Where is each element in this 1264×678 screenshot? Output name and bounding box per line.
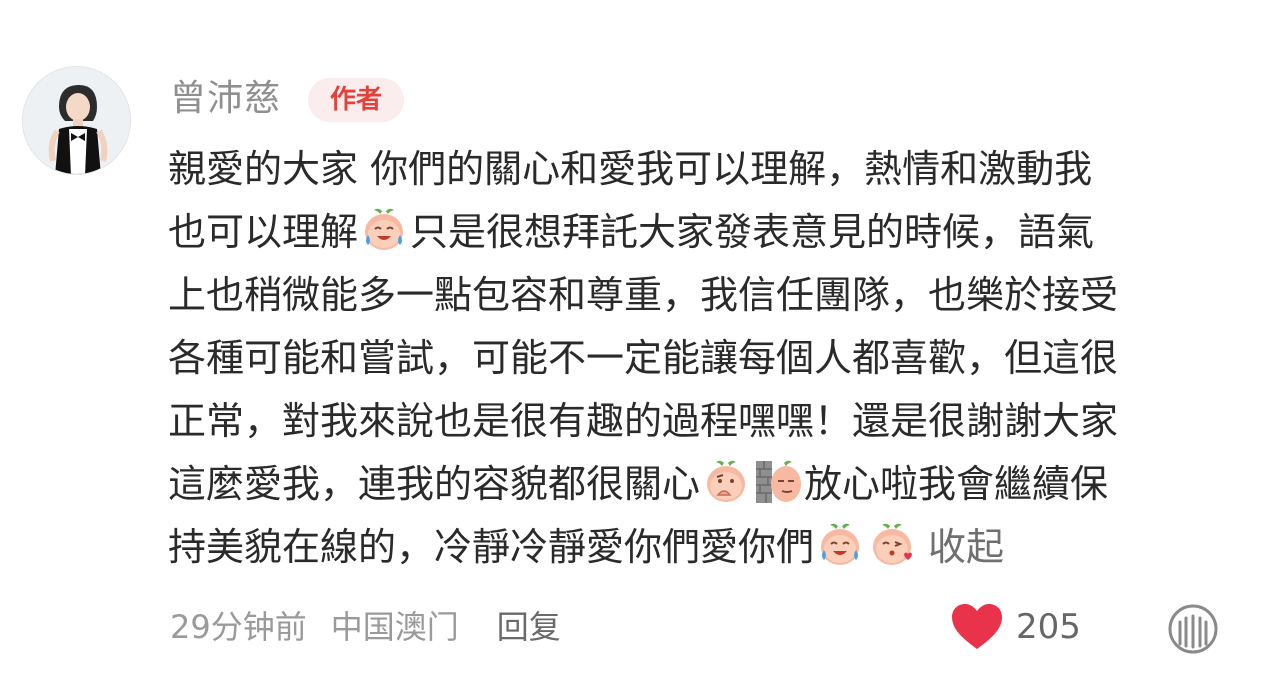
comment-segment: 只是很想拜託大家發表意見的時候，語氣: [410, 210, 1095, 254]
user-avatar[interactable]: [22, 66, 131, 175]
comment-line: 這麼愛我，連我的容貌都很關心 放心啦我會繼續保: [168, 453, 1238, 516]
comment-segment: 這麼愛我，連我的容貌都很關心: [168, 462, 701, 506]
comment-segment: 放心啦我會繼續保: [804, 462, 1109, 506]
like-count: 205: [1016, 607, 1081, 647]
comment-line: 親愛的大家 你們的關心和愛我可以理解，熱情和激動我: [168, 147, 1093, 191]
weibo-more-icon[interactable]: [1166, 602, 1220, 656]
comment-segment: 也可以理解: [168, 210, 359, 254]
peeking-emoji-icon: [756, 460, 802, 503]
crying-laugh-emoji-icon: [360, 205, 408, 253]
comment-line: 上也稍微能多一點包容和尊重，我信任團隊，也樂於接受: [168, 273, 1119, 317]
crying-laugh-emoji-icon: [816, 520, 864, 568]
comment-meta: 29分钟前 中国澳门 回复: [170, 604, 585, 650]
comment-text: 親愛的大家 你們的關心和愛我可以理解，熱情和激動我 也可以理解 只是很想拜託大家發…: [168, 138, 1238, 579]
comment-location: 中国澳门: [330, 608, 459, 646]
comment-line: 也可以理解 只是很想拜託大家發表意見的時候，語氣: [168, 201, 1238, 264]
kiss-emoji-icon: [868, 520, 913, 568]
comment-segment: 持美貌在線的，冷靜冷靜愛你們愛你們: [168, 525, 815, 569]
collapse-link[interactable]: 收起: [928, 525, 1004, 569]
reply-button[interactable]: 回复: [497, 608, 561, 646]
thinking-emoji-icon: [702, 457, 750, 505]
comment-line: 持美貌在線的，冷靜冷靜愛你們愛你們 收起: [168, 516, 1238, 579]
author-badge: 作者: [308, 78, 404, 122]
comment-line: 各種可能和嘗試，可能不一定能讓每個人都喜歡，但這很: [168, 336, 1119, 380]
heart-icon[interactable]: [950, 602, 1004, 652]
comment-line: 正常，對我來說也是很有趣的過程嘿嘿！還是很謝謝大家: [168, 399, 1119, 443]
comment-time: 29分钟前: [170, 608, 307, 646]
username[interactable]: 曾沛慈: [170, 74, 281, 124]
